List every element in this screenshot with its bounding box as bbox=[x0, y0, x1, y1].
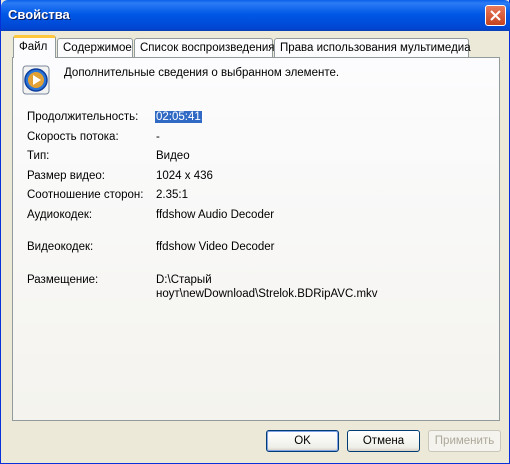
video-codec-value: ffdshow Video Decoder bbox=[156, 241, 275, 253]
window-title: Свойства bbox=[8, 7, 70, 22]
close-button[interactable] bbox=[485, 5, 506, 26]
title-bar[interactable]: Свойства bbox=[1, 0, 510, 31]
type-value: Видео bbox=[156, 150, 190, 162]
description-text: Дополнительные сведения о выбранном элем… bbox=[64, 67, 340, 79]
tab-playlist-label: Список воспроизведения bbox=[140, 42, 275, 54]
tab-content-label: Содержимое bbox=[63, 42, 132, 54]
aspect-ratio-label: Соотношение сторон: bbox=[27, 189, 144, 201]
audio-codec-label: Аудиокодек: bbox=[27, 209, 93, 221]
cancel-button[interactable]: Отмена bbox=[347, 430, 420, 452]
type-label: Тип: bbox=[27, 150, 50, 162]
ok-button[interactable]: OK bbox=[266, 430, 339, 452]
aspect-ratio-value: 2.35:1 bbox=[156, 189, 188, 201]
media-player-icon bbox=[22, 65, 50, 95]
apply-button: Применить bbox=[428, 430, 501, 452]
tab-content[interactable]: Содержимое bbox=[57, 38, 133, 57]
video-size-value: 1024 x 436 bbox=[156, 170, 213, 182]
tab-file-label: Файл bbox=[19, 41, 48, 53]
audio-codec-value: ffdshow Audio Decoder bbox=[156, 209, 275, 221]
video-codec-label: Видеокодек: bbox=[27, 241, 94, 253]
tab-media-rights[interactable]: Права использования мультимедиа bbox=[274, 38, 471, 57]
bitrate-label: Скорость потока: bbox=[27, 131, 119, 143]
location-value-line2: ноут\newDownload\Strelok.BDRipAVC.mkv bbox=[156, 288, 378, 300]
close-icon bbox=[490, 10, 501, 21]
properties-dialog: Свойства Файл Содержимое Список воспроиз… bbox=[0, 0, 510, 464]
video-size-label: Размер видео: bbox=[27, 170, 105, 182]
duration-value[interactable]: 02:05:41 bbox=[154, 110, 203, 124]
location-label: Размещение: bbox=[27, 274, 99, 286]
duration-label: Продолжительность: bbox=[27, 111, 139, 123]
tab-file[interactable]: Файл bbox=[13, 35, 56, 58]
tab-playlist[interactable]: Список воспроизведения bbox=[134, 38, 275, 57]
tab-media-rights-label: Права использования мультимедиа bbox=[280, 42, 471, 54]
bitrate-value: - bbox=[156, 131, 160, 143]
location-value-line1: D:\Старый bbox=[156, 274, 212, 286]
